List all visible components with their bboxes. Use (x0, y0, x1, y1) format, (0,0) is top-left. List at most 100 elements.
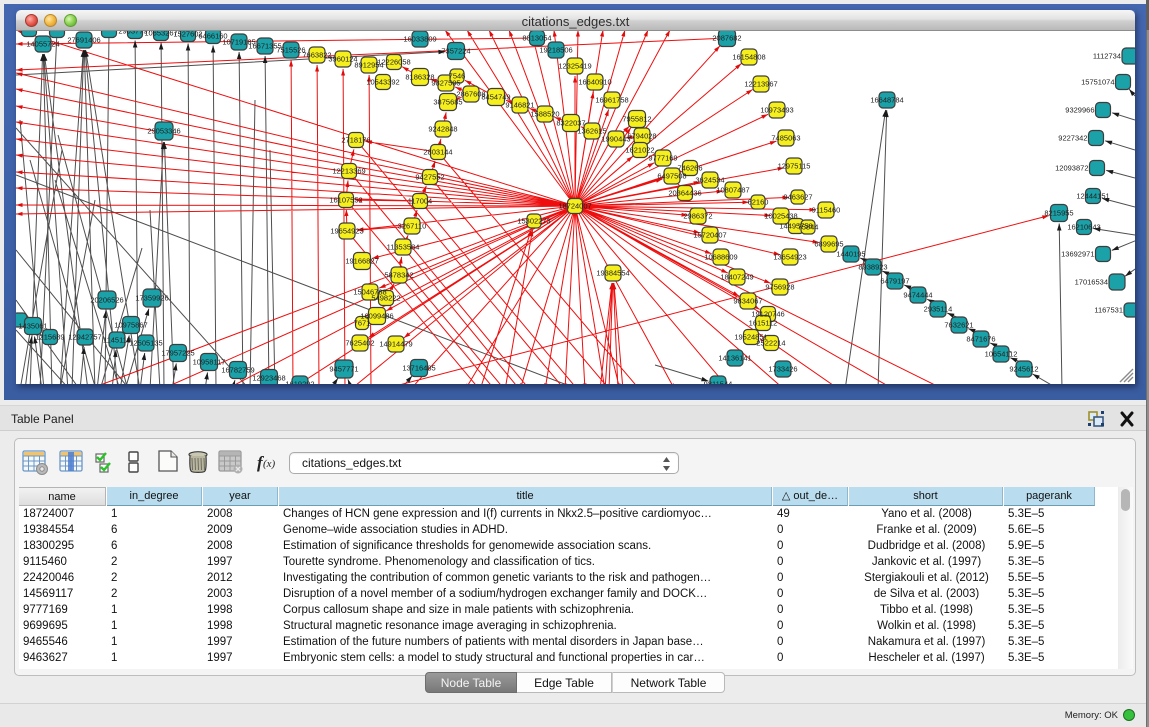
svg-text:17016534: 17016534 (1075, 278, 1108, 287)
svg-text:10543392: 10543392 (366, 78, 399, 87)
svg-text:19218506: 19218506 (539, 46, 572, 55)
svg-text:15751074: 15751074 (1081, 78, 1114, 87)
svg-text:7625402: 7625402 (345, 339, 374, 348)
svg-text:6497508: 6497508 (657, 172, 686, 181)
svg-text:19120746: 19120746 (751, 310, 784, 319)
svg-text:9245612: 9245612 (1009, 365, 1038, 374)
svg-text:7546: 7546 (449, 72, 466, 81)
svg-text:9115460: 9115460 (812, 206, 841, 215)
svg-text:9777169: 9777169 (648, 154, 677, 163)
svg-text:10025438: 10025438 (764, 212, 797, 221)
svg-text:16782759: 16782759 (221, 366, 254, 375)
svg-text:10688609: 10688609 (704, 253, 737, 262)
svg-text:20206526: 20206526 (90, 296, 123, 305)
svg-text:(x): (x) (263, 458, 276, 470)
svg-text:9457771: 9457771 (329, 365, 358, 374)
svg-text:14914479: 14914479 (379, 340, 412, 349)
svg-text:1990443: 1990443 (601, 135, 630, 144)
svg-text:18407249: 18407249 (720, 273, 753, 282)
svg-text:8215955: 8215955 (1044, 209, 1073, 218)
svg-text:12923468: 12923468 (252, 374, 285, 383)
svg-text:7357224: 7357224 (441, 47, 470, 56)
svg-text:9227342: 9227342 (1058, 134, 1087, 143)
svg-text:12325419: 12325419 (558, 62, 591, 71)
svg-text:1615112: 1615112 (749, 319, 778, 328)
svg-text:2986372: 2986372 (683, 212, 712, 221)
svg-text:1619292: 1619292 (285, 380, 314, 385)
svg-text:13692971: 13692971 (1061, 250, 1094, 259)
svg-text:2803144: 2803144 (423, 148, 452, 157)
svg-text:2087682: 2087682 (712, 34, 741, 43)
svg-text:746266: 746266 (677, 164, 702, 173)
svg-text:16961758: 16961758 (595, 96, 628, 105)
svg-text:8186328: 8186328 (405, 73, 434, 82)
svg-text:117004: 117004 (408, 197, 432, 206)
svg-text:13716485: 13716485 (402, 364, 435, 373)
svg-text:7671: 7671 (354, 319, 371, 328)
svg-text:16107552: 16107552 (329, 196, 362, 205)
svg-text:7485063: 7485063 (771, 134, 800, 143)
svg-text:18724007: 18724007 (558, 202, 591, 211)
svg-text:8813054: 8813054 (522, 34, 551, 43)
svg-text:12213369: 12213369 (332, 167, 365, 176)
svg-text:16154808: 16154808 (732, 53, 765, 62)
svg-text:19166827: 19166827 (345, 257, 378, 266)
svg-text:1215689: 1215689 (35, 333, 64, 342)
svg-text:19654923: 19654923 (330, 227, 363, 236)
svg-text:1167531: 1167531 (1094, 306, 1123, 315)
svg-text:7955812: 7955812 (622, 115, 651, 124)
svg-text:9242848: 9242848 (428, 125, 457, 134)
svg-text:9427552: 9427552 (415, 173, 444, 182)
svg-text:16640910: 16640910 (578, 78, 611, 87)
svg-text:12505135: 12505135 (129, 339, 162, 348)
svg-text:29053346: 29053346 (147, 127, 180, 136)
svg-text:5498222: 5498222 (371, 294, 400, 303)
svg-text:1145119: 1145119 (103, 336, 131, 345)
svg-text:3624534: 3624534 (695, 176, 724, 185)
svg-text:12226058: 12226058 (377, 58, 410, 67)
svg-text:6899695: 6899695 (814, 240, 843, 249)
svg-text:6794028: 6794028 (627, 132, 656, 141)
svg-text:1588520: 1588520 (530, 110, 559, 119)
svg-text:9756928: 9756928 (765, 283, 794, 292)
svg-text:9811544: 9811544 (704, 380, 733, 385)
svg-text:8471676: 8471676 (966, 335, 995, 344)
svg-text:12975115: 12975115 (778, 162, 811, 171)
svg-text:14136141: 14136141 (718, 354, 751, 363)
svg-text:1440195: 1440195 (836, 250, 865, 259)
svg-text:2935114: 2935114 (924, 305, 953, 314)
svg-text:15720407: 15720407 (693, 231, 726, 240)
svg-text:17957225: 17957225 (161, 349, 194, 358)
svg-text:16210643: 16210643 (1067, 223, 1100, 232)
svg-text:9329966: 9329966 (1065, 106, 1094, 115)
svg-text:12444151: 12444151 (1076, 192, 1109, 201)
svg-text:17359926: 17359926 (135, 294, 168, 303)
svg-text:10973493: 10973493 (760, 106, 793, 115)
svg-text:9463627: 9463627 (783, 193, 812, 202)
svg-text:3875685: 3875685 (433, 98, 462, 107)
svg-text:5878342: 5878342 (384, 271, 413, 280)
svg-text:9474444: 9474444 (903, 291, 932, 300)
svg-text:6479197: 6479197 (880, 277, 909, 286)
svg-text:2718176: 2718176 (341, 136, 370, 145)
svg-text:2522214: 2522214 (756, 339, 785, 348)
svg-text:27691406: 27691406 (67, 36, 100, 45)
svg-text:3267110: 3267110 (398, 222, 427, 231)
svg-text:19384554: 19384554 (596, 269, 629, 278)
svg-text:20364436: 20364436 (668, 189, 701, 198)
svg-text:62160: 62160 (748, 198, 769, 207)
svg-text:1112734: 1112734 (1093, 52, 1121, 61)
svg-text:11353584: 11353584 (387, 243, 420, 252)
svg-text:10654112: 10654112 (985, 350, 1018, 359)
svg-text:10807487: 10807487 (716, 186, 749, 195)
svg-text:12093872: 12093872 (1055, 164, 1088, 173)
svg-text:1435061: 1435061 (18, 322, 47, 331)
svg-text:9834067: 9834067 (733, 297, 762, 306)
svg-text:12942757: 12942757 (68, 333, 101, 342)
svg-text:9146821: 9146821 (505, 101, 534, 110)
svg-text:7515526: 7515526 (276, 46, 305, 55)
svg-text:16033809: 16033809 (403, 35, 436, 44)
svg-text:16648784: 16648784 (870, 96, 903, 105)
svg-text:8938923: 8938923 (858, 263, 887, 272)
svg-text:15302273: 15302273 (517, 217, 550, 226)
